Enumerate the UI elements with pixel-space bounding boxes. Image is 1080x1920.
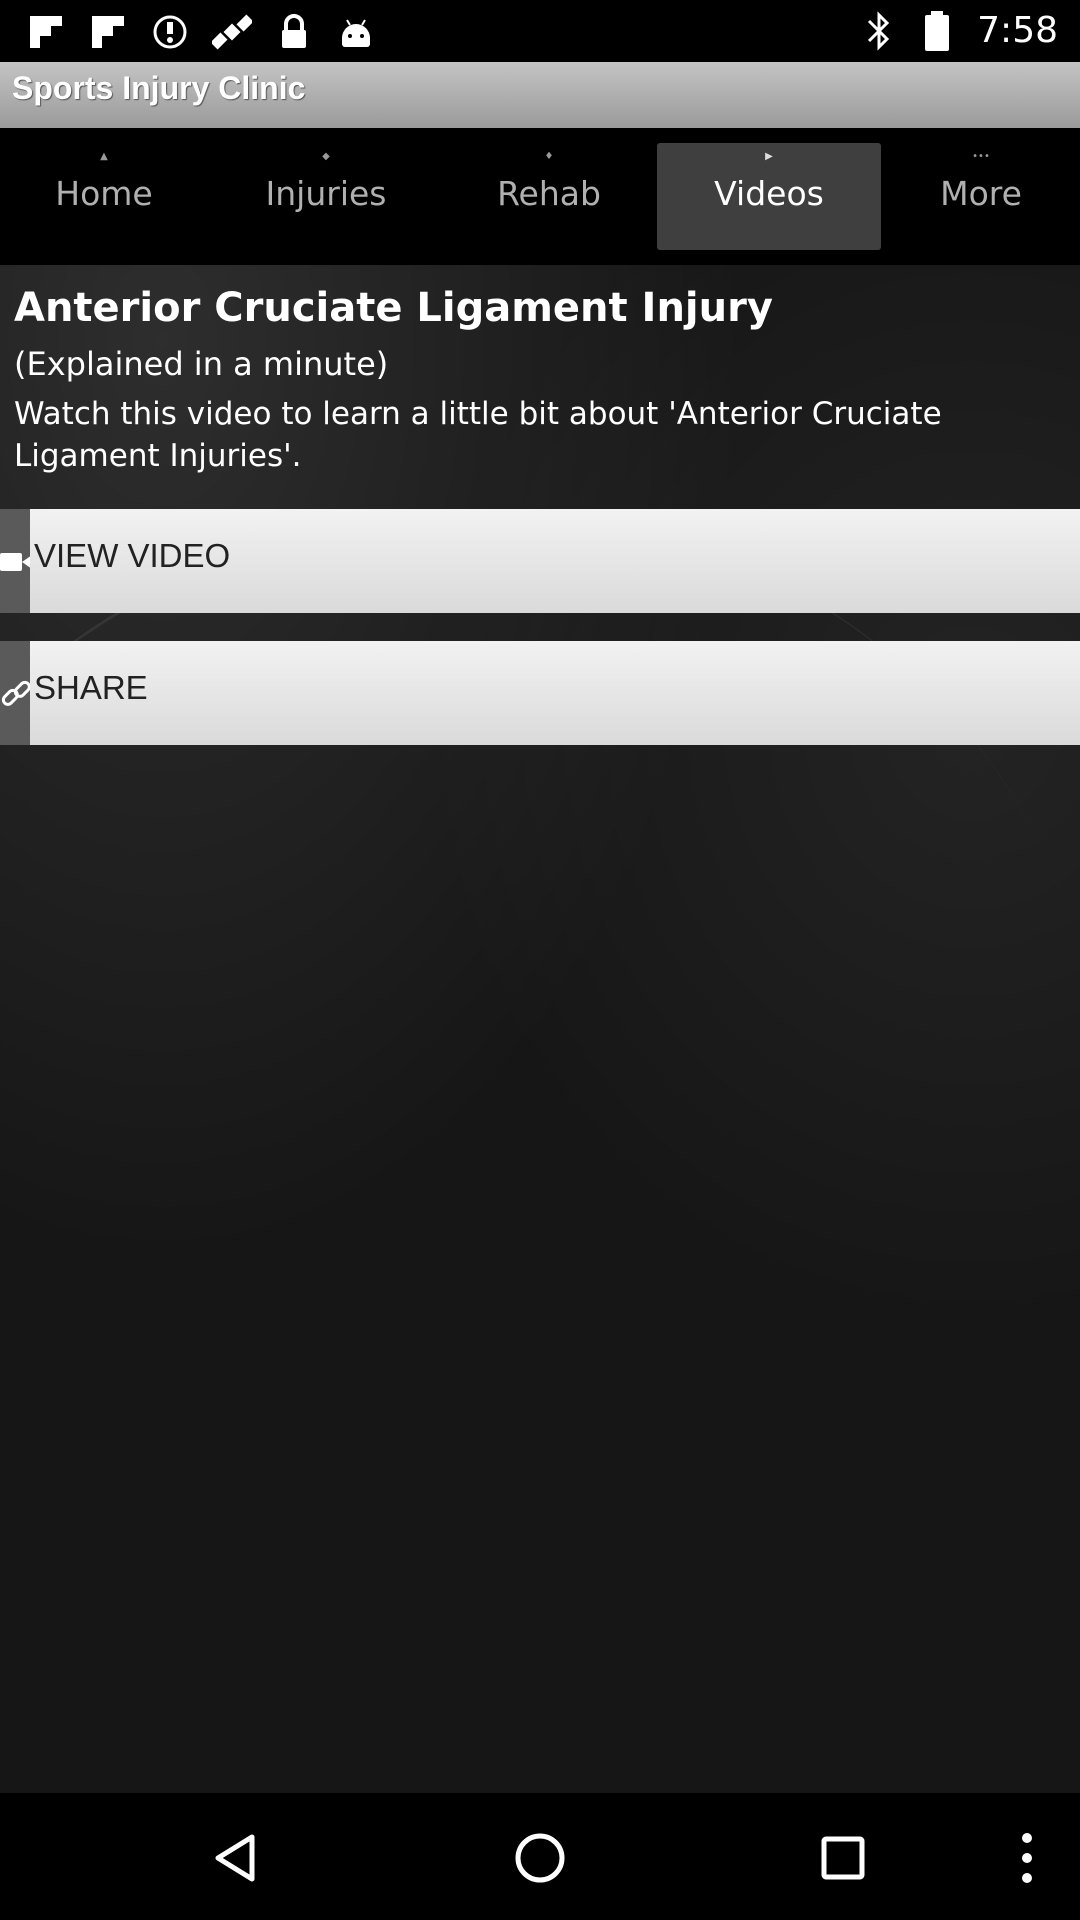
action-icon-strip <box>0 641 31 745</box>
status-bar: 7:58 <box>0 0 1080 62</box>
tab-label: Rehab <box>497 174 601 213</box>
share-button[interactable]: SHARE <box>0 641 1080 745</box>
back-button[interactable] <box>202 1823 272 1893</box>
video-description: Watch this video to learn a little bit a… <box>14 396 942 474</box>
navigation-bar <box>0 1793 1080 1920</box>
battery-icon <box>925 11 950 51</box>
tab-label: Injuries <box>265 174 387 213</box>
home-button[interactable] <box>505 1823 575 1893</box>
tab-label: Home <box>55 174 153 213</box>
tab-label: More <box>940 174 1022 213</box>
view-video-label: VIEW VIDEO <box>34 537 231 574</box>
overflow-menu-button[interactable] <box>992 1823 1062 1893</box>
recents-icon <box>821 1836 865 1880</box>
share-label: SHARE <box>34 669 148 706</box>
home-icon <box>515 1833 565 1883</box>
video-subtitle: (Explained in a minute) <box>14 345 389 383</box>
back-icon <box>215 1834 255 1882</box>
videos-tab-icon: ▶ <box>765 151 773 162</box>
android-icon <box>342 19 370 47</box>
video-detail-content: Anterior Cruciate Ligament Injury (Expla… <box>0 265 1080 1793</box>
injuries-tab-icon: ◆ <box>322 151 330 162</box>
flipboard-icon <box>30 16 62 48</box>
app-title-bar: Sports Injury Clinic <box>0 62 1080 128</box>
view-video-button[interactable]: VIEW VIDEO <box>0 509 1080 613</box>
action-icon-strip <box>0 509 32 613</box>
rehab-tab-icon: ♦ <box>544 151 554 162</box>
screen: 7:58 Sports Injury Clinic ▲ Home ◆ Injur… <box>0 0 1080 1920</box>
view-video-body: VIEW VIDEO <box>30 509 1080 613</box>
tab-more[interactable]: ••• More <box>891 143 1071 250</box>
lock-icon <box>282 14 306 48</box>
tab-home[interactable]: ▲ Home <box>14 143 194 250</box>
link-icon <box>1 680 31 706</box>
tab-bar: ▲ Home ◆ Injuries ♦ Rehab ▶ Videos ••• M… <box>0 128 1080 265</box>
bluetooth-icon <box>868 11 890 51</box>
flipboard-icon <box>92 16 124 48</box>
share-body: SHARE <box>30 641 1080 745</box>
video-camera-icon <box>0 553 32 571</box>
tab-label: Videos <box>714 174 824 213</box>
video-title: Anterior Cruciate Ligament Injury <box>14 285 773 331</box>
recents-button[interactable] <box>808 1823 878 1893</box>
tab-injuries[interactable]: ◆ Injuries <box>236 143 416 250</box>
status-clock: 7:58 <box>977 10 1058 51</box>
satellite-icon <box>212 14 252 50</box>
sync-icon <box>153 15 187 49</box>
home-tab-icon: ▲ <box>100 151 108 162</box>
tab-rehab[interactable]: ♦ Rehab <box>459 143 639 250</box>
tab-videos[interactable]: ▶ Videos <box>657 143 881 250</box>
app-title: Sports Injury Clinic <box>12 70 306 106</box>
overflow-menu-icon <box>1022 1833 1032 1883</box>
more-tab-icon: ••• <box>972 151 990 162</box>
